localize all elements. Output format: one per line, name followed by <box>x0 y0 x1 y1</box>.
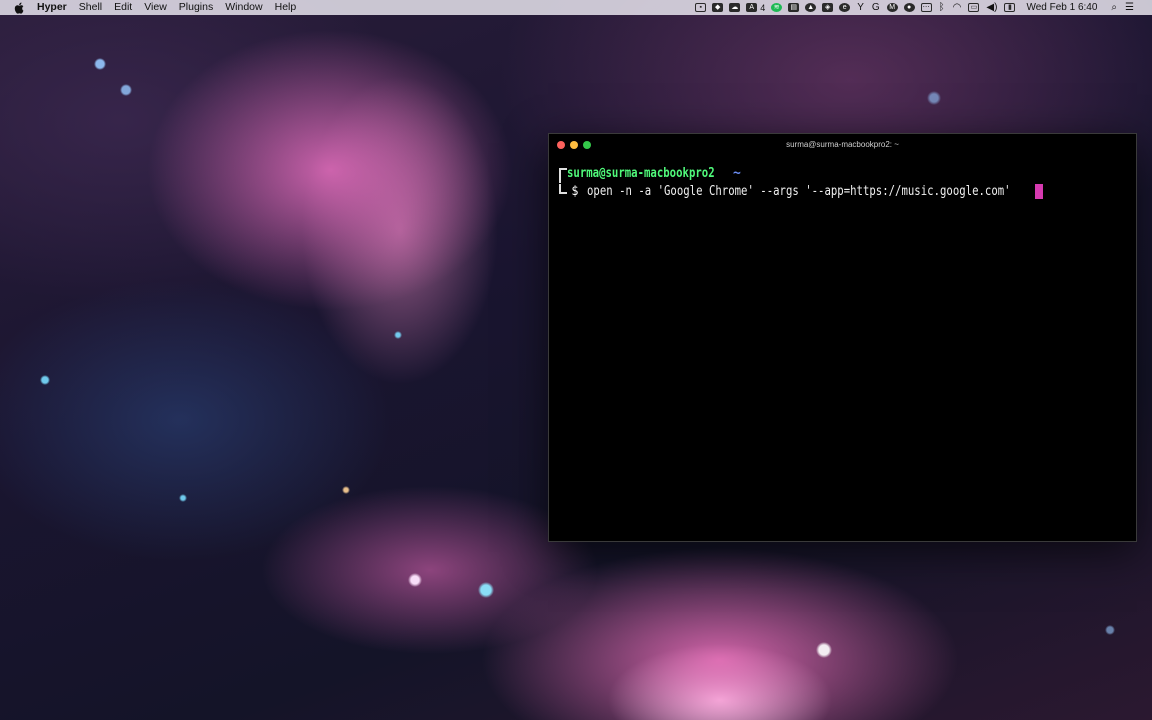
terminal-window[interactable]: surma@surma-macbookpro2: ~ surma@surma-m… <box>548 133 1137 542</box>
cloud-icon[interactable]: ☁ <box>729 3 741 12</box>
vpn-icon[interactable]: ◈ <box>822 3 834 12</box>
terminal-output[interactable]: surma@surma-macbookpro2 ~ $ open -n -a '… <box>559 164 1044 200</box>
text-cursor <box>1035 184 1044 199</box>
spotify-icon[interactable]: ≋ <box>771 3 783 12</box>
dropbox-icon[interactable]: ◆ <box>712 3 724 12</box>
prompt-cwd: ~ <box>733 166 741 181</box>
drive-icon[interactable]: ▲ <box>805 3 817 12</box>
volume-icon[interactable]: ◀) <box>986 0 997 15</box>
search-icon[interactable]: ⌕ <box>1111 0 1117 15</box>
menu-window[interactable]: Window <box>219 0 268 15</box>
menu-clock[interactable]: Wed Feb 1 6:40 <box>1026 2 1097 13</box>
apple-menu-icon[interactable] <box>13 2 25 14</box>
evernote-icon[interactable]: e <box>839 3 851 12</box>
menu-bar: Hyper Shell Edit View Plugins Window Hel… <box>0 0 1152 15</box>
dots-icon[interactable]: ⋯ <box>920 3 932 12</box>
menu-view[interactable]: View <box>138 0 173 15</box>
google-icon[interactable]: G <box>872 0 880 15</box>
menu-plugins[interactable]: Plugins <box>173 0 219 15</box>
bluetooth-icon[interactable]: ᛒ <box>939 0 945 15</box>
prompt-symbol: $ <box>571 184 579 199</box>
command-line[interactable]: $ open -n -a 'Google Chrome' --args '--a… <box>559 183 1044 200</box>
prompt-elbow-top <box>559 168 567 183</box>
y-icon[interactable]: Y <box>857 0 864 15</box>
prompt-header: surma@surma-macbookpro2 ~ <box>559 164 1043 183</box>
window-title: surma@surma-macbookpro2: ~ <box>786 140 899 149</box>
title-bar[interactable]: surma@surma-macbookpro2: ~ <box>549 134 1136 156</box>
docker-icon[interactable]: ▤ <box>788 3 800 12</box>
camera-icon[interactable]: ▪ <box>695 3 707 12</box>
prompt-elbow-bottom <box>559 183 567 194</box>
adobe-badge-count: 4 <box>760 2 766 13</box>
adobe-icon[interactable]: A <box>746 3 758 12</box>
menu-help[interactable]: Help <box>269 0 303 15</box>
prompt-user: surma@surma-macbookpro2 <box>567 166 715 181</box>
status-tray: ▪ ◆ ☁ A 4 ≋ ▤ ▲ ◈ e Y G M ● ⋯ ᛒ ◠ ▭ ◀) ▮… <box>692 0 1152 15</box>
airplay-icon[interactable]: ▭ <box>968 3 980 12</box>
m-icon[interactable]: M <box>886 3 898 12</box>
command-text: open -n -a 'Google Chrome' --args '--app… <box>586 184 1011 199</box>
notification-center-icon[interactable]: ☰ <box>1125 0 1134 15</box>
menu-app-name[interactable]: Hyper <box>37 0 73 15</box>
github-icon[interactable]: ● <box>903 3 915 12</box>
menu-edit[interactable]: Edit <box>108 0 138 15</box>
wifi-icon[interactable]: ◠ <box>953 0 962 15</box>
battery-icon[interactable]: ▮ <box>1004 3 1016 12</box>
menu-shell[interactable]: Shell <box>73 0 108 15</box>
